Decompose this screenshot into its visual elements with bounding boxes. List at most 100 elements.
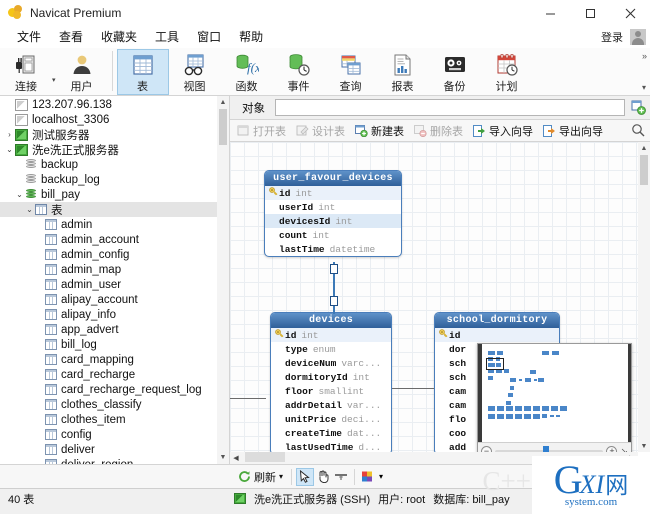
er-column-row[interactable]: createTime dat... xyxy=(271,426,391,440)
pointer-tool-button[interactable] xyxy=(296,467,315,486)
tree-node-123.207.96.138[interactable]: 123.207.96.138 xyxy=(0,97,229,112)
er-column-row[interactable]: type enum xyxy=(271,342,391,356)
delete-table-button[interactable]: 删除表 xyxy=(410,122,467,140)
tree-node-alipay_account[interactable]: alipay_account xyxy=(0,292,229,307)
er-column-row[interactable]: id int xyxy=(265,186,401,200)
tree-node-admin[interactable]: admin xyxy=(0,217,229,232)
minimize-button[interactable] xyxy=(530,0,570,26)
tree-node-bill_pay[interactable]: ⌄ bill_pay xyxy=(0,187,229,202)
color-palette-button[interactable] xyxy=(359,468,377,486)
er-column-row[interactable]: dormitoryId int xyxy=(271,370,391,384)
toolbar-overflow-icon[interactable]: » xyxy=(642,51,647,61)
er-column-row[interactable]: userId int xyxy=(265,200,401,214)
tree-node-backup[interactable]: backup xyxy=(0,157,229,172)
hand-tool-button[interactable] xyxy=(314,468,332,486)
tree-node-admin_config[interactable]: admin_config xyxy=(0,247,229,262)
maximize-button[interactable] xyxy=(570,0,610,26)
menu-window[interactable]: 窗口 xyxy=(188,26,230,47)
er-column-row[interactable]: id int xyxy=(271,328,391,342)
tree-node-clothes_item[interactable]: clothes_item xyxy=(0,412,229,427)
minimap-viewport-rect[interactable] xyxy=(486,358,504,370)
menu-file[interactable]: 文件 xyxy=(8,26,50,47)
tree-node-config[interactable]: config xyxy=(0,427,229,442)
color-dropdown-icon[interactable]: ▾ xyxy=(379,472,383,481)
tree-twisty-icon[interactable]: › xyxy=(4,130,15,139)
menu-favorites[interactable]: 收藏夹 xyxy=(92,26,146,47)
tree-node-admin_user[interactable]: admin_user xyxy=(0,277,229,292)
tree-node-card_recharge[interactable]: card_recharge xyxy=(0,367,229,382)
sidebar-scrollbar[interactable]: ▲ ▼ xyxy=(217,96,229,464)
er-column-row[interactable]: addrDetail var... xyxy=(271,398,391,412)
tree-node-localhost_3306[interactable]: localhost_3306 xyxy=(0,112,229,127)
er-column-row[interactable]: deviceNum varc... xyxy=(271,356,391,370)
tree-node-alipay_info[interactable]: alipay_info xyxy=(0,307,229,322)
relation-connector-left-icon[interactable] xyxy=(230,398,266,400)
tree-node-admin_map[interactable]: admin_map xyxy=(0,262,229,277)
tree-node-bill_log[interactable]: bill_log xyxy=(0,337,229,352)
tree-node-clothes_classify[interactable]: clothes_classify xyxy=(0,397,229,412)
refresh-button[interactable]: 刷新 ▾ xyxy=(234,468,287,486)
login-button[interactable]: 登录 xyxy=(597,28,627,46)
er-column-row[interactable]: floor smallint xyxy=(271,384,391,398)
er-table-devices[interactable]: devices id int type enum deviceNum varc... dorm… xyxy=(270,312,392,452)
tree-node-app_advert[interactable]: app_advert xyxy=(0,322,229,337)
search-icon[interactable] xyxy=(631,123,645,140)
menu-help[interactable]: 帮助 xyxy=(230,26,272,47)
tree-node-deliver_region[interactable]: deliver_region xyxy=(0,457,229,464)
new-object-icon[interactable] xyxy=(628,100,648,115)
tree-node-card_recharge_request_log[interactable]: card_recharge_request_log xyxy=(0,382,229,397)
tab-stub[interactable] xyxy=(245,452,285,462)
toolbar-event-button[interactable]: 事件 xyxy=(273,49,325,95)
import-wizard-button[interactable]: 导入向导 xyxy=(469,122,537,140)
tree-node-洗e洗正式服务器[interactable]: ⌄ 洗e洗正式服务器 xyxy=(0,142,229,157)
er-column-row[interactable]: id xyxy=(435,328,559,342)
export-wizard-button[interactable]: 导出向导 xyxy=(539,122,607,140)
relation-tool-button[interactable] xyxy=(332,468,350,486)
new-table-button[interactable]: 新建表 xyxy=(351,122,408,140)
er-diagram-area[interactable]: user_favour_devices id int userId int devices… xyxy=(230,142,650,464)
tree-twisty-icon[interactable]: ⌄ xyxy=(14,190,25,199)
toolbar-backup-button[interactable]: 备份 xyxy=(429,49,481,95)
er-table-user_favour_devices[interactable]: user_favour_devices id int userId int devices… xyxy=(264,170,402,257)
object-filter-input[interactable] xyxy=(275,99,625,116)
refresh-dropdown-icon[interactable]: ▾ xyxy=(279,472,283,481)
er-column-row[interactable]: lastUsedTime d... xyxy=(271,440,391,453)
tree-node-backup_log[interactable]: backup_log xyxy=(0,172,229,187)
er-column-row[interactable]: count int xyxy=(265,228,401,242)
toolbar-query-button[interactable]: 查询 xyxy=(325,49,377,95)
er-column-row[interactable]: devicesId int xyxy=(265,214,401,228)
tree-twisty-icon[interactable]: ⌄ xyxy=(4,145,15,154)
sidebar-scroll-thumb[interactable] xyxy=(219,109,227,145)
tree-node-表[interactable]: ⌄ 表 xyxy=(0,202,229,217)
menu-tools[interactable]: 工具 xyxy=(146,26,188,47)
er-column-row[interactable]: lastTime datetime xyxy=(265,242,401,256)
toolbar-user-button[interactable]: 用户 xyxy=(56,49,108,95)
relation-connector-horizontal-icon[interactable] xyxy=(392,388,434,390)
toolbar-function-button[interactable]: f(x) 函数 xyxy=(221,49,273,95)
tab-objects[interactable]: 对象 xyxy=(232,97,275,119)
toolbar-table-button[interactable]: 表 xyxy=(116,49,169,95)
toolbar-connection-button[interactable]: 连接 xyxy=(0,49,52,95)
canvas-vertical-scrollbar[interactable]: ▲ ▼ xyxy=(638,142,650,452)
minimap-viewport[interactable] xyxy=(478,344,631,442)
tree-node-admin_account[interactable]: admin_account xyxy=(0,232,229,247)
toolbar-report-button[interactable]: 报表 xyxy=(377,49,429,95)
design-table-button[interactable]: 设计表 xyxy=(292,122,349,140)
toolbar-view-button[interactable]: 视图 xyxy=(169,49,221,95)
open-table-button[interactable]: 打开表 xyxy=(233,122,290,140)
canvas-scroll-down-icon[interactable]: ▼ xyxy=(638,440,650,452)
tree-node-card_mapping[interactable]: card_mapping xyxy=(0,352,229,367)
canvas-scroll-up-icon[interactable]: ▲ xyxy=(638,142,650,154)
close-button[interactable] xyxy=(610,0,650,26)
tree-node-deliver[interactable]: deliver xyxy=(0,442,229,457)
toolbar-schedule-button[interactable]: 计划 xyxy=(481,49,533,95)
scroll-down-icon[interactable]: ▼ xyxy=(217,451,229,464)
toolbar-overflow-down-icon[interactable]: ▾ xyxy=(642,83,646,92)
minimap-panel[interactable]: − + ↘ xyxy=(477,343,632,461)
canvas-vscroll-thumb[interactable] xyxy=(640,155,648,185)
tree-node-测试服务器[interactable]: › 测试服务器 xyxy=(0,127,229,142)
tab-prev-arrow[interactable]: ‹ xyxy=(236,453,239,463)
er-column-row[interactable]: unitPrice deci... xyxy=(271,412,391,426)
tree-twisty-icon[interactable]: ⌄ xyxy=(24,205,35,214)
user-avatar-icon[interactable] xyxy=(630,29,646,45)
